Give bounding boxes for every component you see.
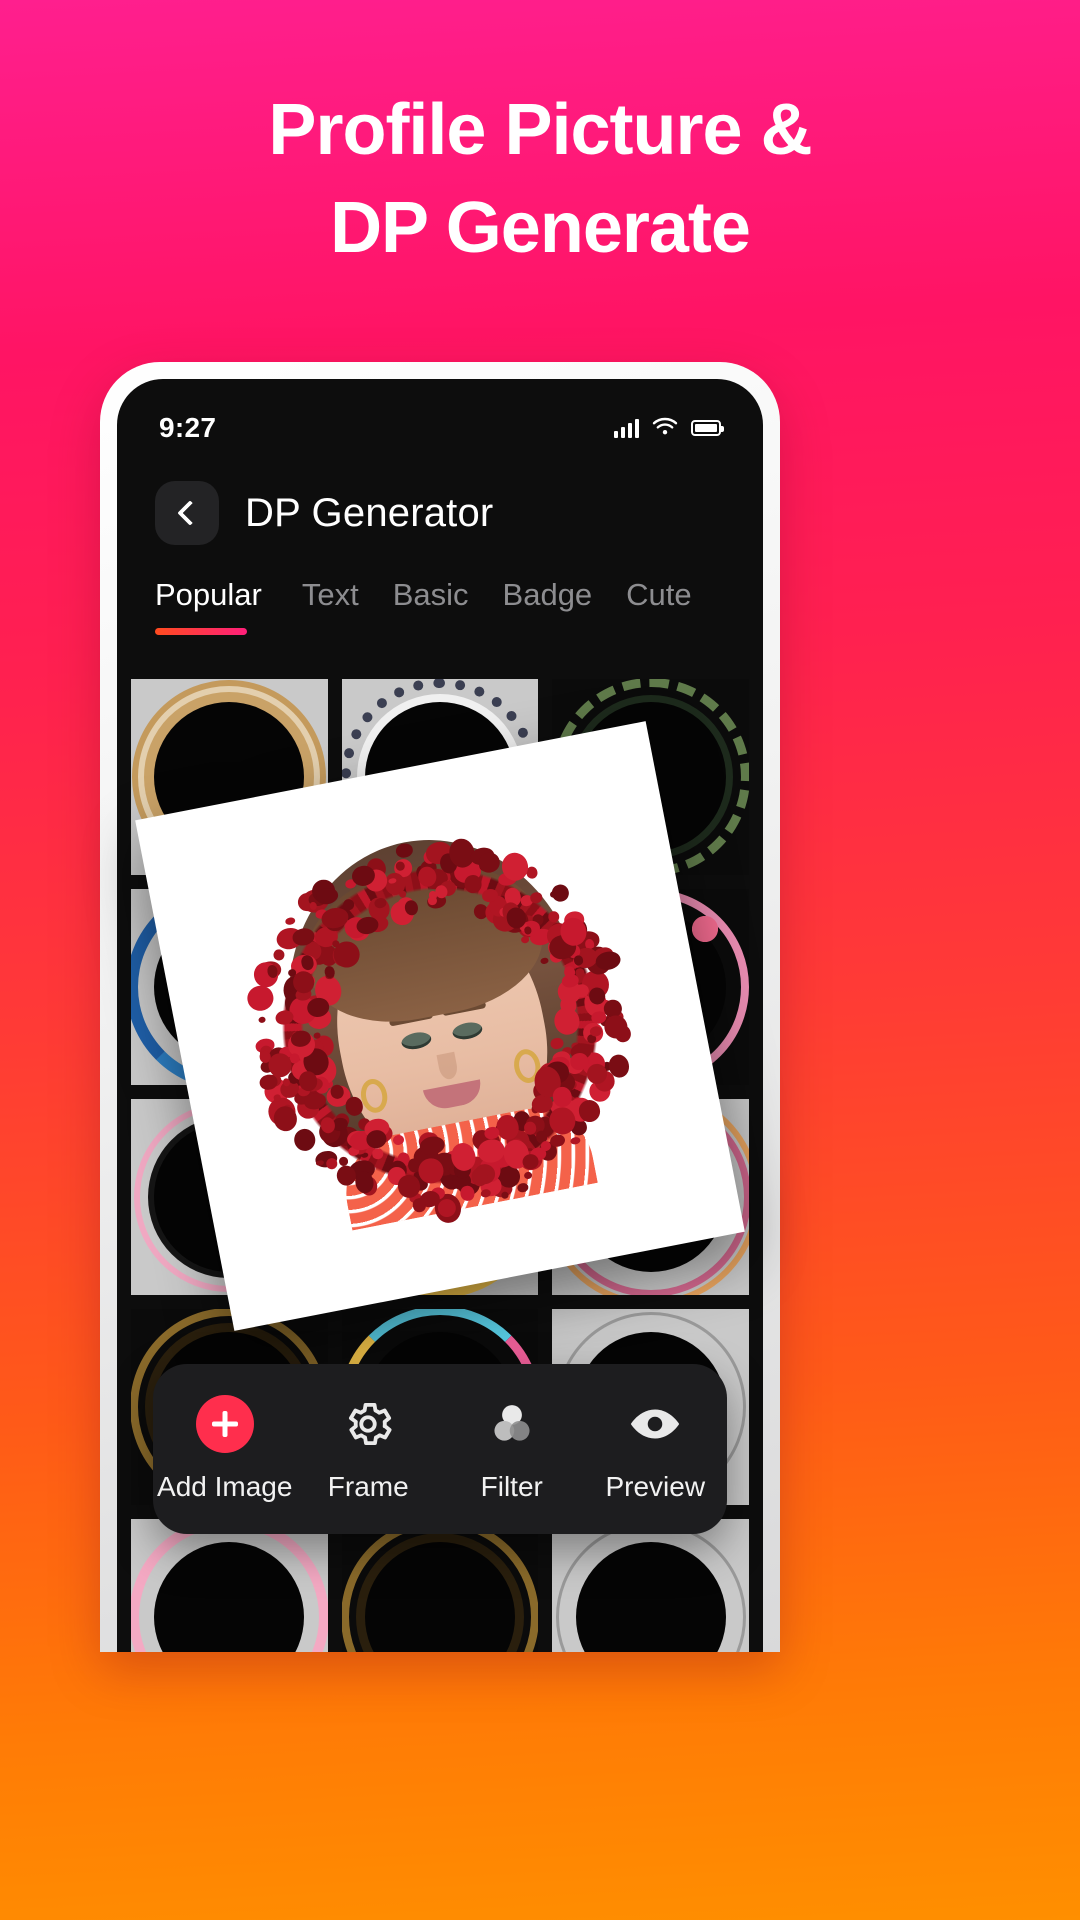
- berry: [523, 1171, 532, 1180]
- berry: [412, 1197, 427, 1212]
- berry: [258, 1016, 266, 1023]
- toolbar-label: Add Image: [157, 1471, 292, 1503]
- berry: [530, 892, 544, 904]
- berry: [551, 883, 570, 903]
- berry: [548, 910, 561, 923]
- frame-item-pink-floral-2[interactable]: [131, 1519, 328, 1652]
- app-bar: DP Generator: [117, 455, 763, 551]
- toolbar-item-frame[interactable]: Frame: [297, 1395, 441, 1503]
- eye-icon: [626, 1395, 684, 1453]
- preview-card[interactable]: [135, 721, 745, 1331]
- berry: [570, 1137, 581, 1146]
- chevron-left-icon: [177, 500, 202, 525]
- frame-item-plain-ring[interactable]: [552, 1519, 749, 1652]
- tab-label: Basic: [393, 577, 469, 612]
- bottom-toolbar: Add Image Frame Filter Preview: [153, 1364, 727, 1534]
- wifi-icon: [652, 416, 678, 441]
- tab-text[interactable]: Text: [302, 577, 393, 613]
- promo-headline: Profile Picture & DP Generate: [0, 82, 1080, 278]
- berry: [517, 1182, 529, 1193]
- category-tabs: Popular Text Basic Badge Cute: [117, 551, 763, 613]
- battery-icon: [691, 420, 721, 436]
- toolbar-item-filter[interactable]: Filter: [440, 1395, 584, 1503]
- tab-cute[interactable]: Cute: [626, 577, 725, 613]
- berry: [463, 873, 482, 894]
- frame-thumb-ring: [154, 1542, 304, 1652]
- frame-thumb-ring: [576, 1542, 726, 1652]
- frame-item-dark-ornament[interactable]: [342, 1519, 539, 1652]
- wreath-berries: [188, 774, 692, 1278]
- promo-headline-line2: DP Generate: [0, 180, 1080, 278]
- tab-label: Badge: [503, 577, 593, 612]
- tab-label: Popular: [155, 577, 262, 612]
- berry: [392, 1134, 405, 1146]
- berry: [292, 1127, 318, 1153]
- toolbar-label: Filter: [481, 1471, 543, 1503]
- frame-thumb-ring: [365, 1542, 515, 1652]
- tab-badge[interactable]: Badge: [503, 577, 627, 613]
- overlapping-circles-icon: [483, 1395, 541, 1453]
- berry: [274, 1009, 294, 1027]
- berry: [371, 1148, 384, 1160]
- berry: [480, 1189, 491, 1198]
- promo-headline-line1: Profile Picture &: [268, 90, 811, 170]
- gear-icon: [339, 1395, 397, 1453]
- berry: [284, 917, 295, 926]
- tab-popular[interactable]: Popular: [155, 577, 302, 613]
- tab-basic[interactable]: Basic: [393, 577, 503, 613]
- berry: [344, 1096, 365, 1118]
- berry: [540, 957, 549, 964]
- signal-bars-icon: [614, 418, 639, 438]
- plus-circle-icon: [196, 1395, 254, 1453]
- status-bar: 9:27: [117, 379, 763, 455]
- toolbar-label: Frame: [328, 1471, 409, 1503]
- berry: [272, 948, 285, 961]
- toolbar-item-preview[interactable]: Preview: [584, 1395, 728, 1503]
- status-bar-time: 9:27: [159, 412, 216, 444]
- status-bar-icons: [614, 416, 721, 441]
- berry: [549, 1133, 566, 1148]
- toolbar-label: Preview: [605, 1471, 705, 1503]
- toolbar-item-add-image[interactable]: Add Image: [153, 1395, 297, 1503]
- tab-label: Text: [302, 577, 359, 612]
- berry: [395, 842, 414, 859]
- tab-label: Cute: [626, 577, 691, 612]
- page-title: DP Generator: [245, 491, 493, 536]
- back-button[interactable]: [155, 481, 219, 545]
- berry: [325, 1157, 338, 1170]
- preview-card-content: [135, 721, 745, 1331]
